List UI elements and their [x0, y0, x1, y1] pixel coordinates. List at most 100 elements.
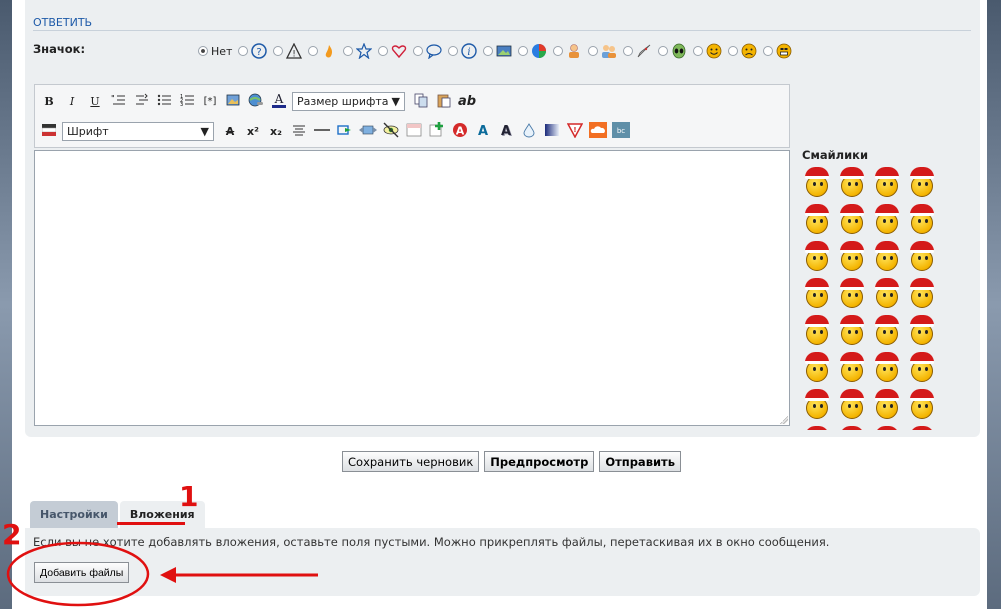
smiley-icon[interactable]: [837, 314, 872, 351]
smiley-icon[interactable]: [872, 351, 907, 388]
shadow-text-button[interactable]: A: [496, 121, 516, 141]
smiley-icon[interactable]: [907, 314, 942, 351]
icon-radio-speech[interactable]: [413, 46, 424, 56]
icon-radio-users[interactable]: [588, 46, 599, 56]
pie-chart-icon: [531, 43, 547, 59]
video-button[interactable]: [335, 121, 355, 141]
smiley-icon[interactable]: [872, 277, 907, 314]
smiley-icon[interactable]: [907, 166, 942, 203]
smiley-icon[interactable]: [907, 388, 942, 425]
smiley-icon[interactable]: [802, 166, 837, 203]
icon-radio-image[interactable]: [483, 46, 494, 56]
subscript-button[interactable]: x₂: [266, 121, 286, 141]
copy-icon: [413, 92, 429, 111]
font-color-button[interactable]: A: [269, 91, 289, 111]
smiley-icon[interactable]: [837, 240, 872, 277]
insert-image-button[interactable]: [223, 91, 243, 111]
icon-radio-question[interactable]: [238, 46, 249, 56]
chevron-down-icon: ▼: [200, 124, 209, 138]
smiley-icon[interactable]: [907, 277, 942, 314]
bullet-list-button[interactable]: [154, 91, 174, 111]
info-icon: i: [461, 43, 478, 59]
insert-link-button[interactable]: [246, 91, 266, 111]
underline-button[interactable]: U: [85, 91, 105, 111]
font-family-select[interactable]: Шрифт ▼: [62, 121, 214, 141]
warning-icon: !: [286, 43, 303, 59]
icon-radio-rocket[interactable]: [623, 46, 634, 56]
numbered-list-button[interactable]: 123: [177, 91, 197, 111]
font-size-select[interactable]: Размер шрифта ▼: [292, 91, 405, 111]
icon-radio-smiley-grin[interactable]: [763, 46, 774, 56]
smiley-icon[interactable]: [837, 277, 872, 314]
strikethrough-button[interactable]: A: [220, 121, 240, 141]
copy-button[interactable]: [411, 91, 431, 111]
align-center-button[interactable]: [289, 121, 309, 141]
message-textarea[interactable]: [34, 150, 790, 426]
ab-button[interactable]: ab: [457, 91, 477, 111]
smiley-icon[interactable]: [872, 388, 907, 425]
smiley-icon[interactable]: [837, 388, 872, 425]
paste-button[interactable]: [434, 91, 454, 111]
smiley-icon[interactable]: [837, 203, 872, 240]
smiley-icon[interactable]: [802, 351, 837, 388]
smiley-icon[interactable]: [802, 203, 837, 240]
icon-radio-info[interactable]: [448, 46, 459, 56]
smiley-icon[interactable]: [907, 240, 942, 277]
submit-button[interactable]: Отправить: [599, 451, 681, 472]
smiley-icon[interactable]: [837, 166, 872, 203]
soundcloud-button[interactable]: [588, 121, 608, 141]
bandcamp-button[interactable]: bc: [611, 121, 631, 141]
warning-button[interactable]: !: [565, 121, 585, 141]
italic-button[interactable]: I: [62, 91, 82, 111]
smiley-icon[interactable]: [837, 425, 872, 430]
tab-settings[interactable]: Настройки: [30, 501, 118, 528]
icon-radio-star[interactable]: [343, 46, 354, 56]
post-icon-selector: Нет ? ! i: [198, 42, 798, 60]
align-left-button[interactable]: [39, 121, 59, 141]
smiley-icon[interactable]: [802, 277, 837, 314]
icon-radio-user[interactable]: [553, 46, 564, 56]
globe-link-icon: [248, 93, 264, 110]
hide-button[interactable]: [381, 121, 401, 141]
icon-radio-pie[interactable]: [518, 46, 529, 56]
smiley-icon[interactable]: [872, 203, 907, 240]
icon-radio-heart[interactable]: [378, 46, 389, 56]
flag-icon: [41, 123, 57, 139]
icon-radio-alien[interactable]: [658, 46, 669, 56]
list-item-button[interactable]: [*]: [200, 91, 220, 111]
icon-radio-warning[interactable]: [273, 46, 284, 56]
smiley-grin-icon: [776, 43, 792, 59]
preview-button[interactable]: Предпросмотр: [484, 451, 595, 472]
icon-radio-none[interactable]: [198, 46, 208, 56]
smiley-icon[interactable]: [872, 166, 907, 203]
smiley-icon[interactable]: [802, 388, 837, 425]
gradient-button[interactable]: [542, 121, 562, 141]
smiley-icon[interactable]: [907, 351, 942, 388]
smiley-icon[interactable]: [907, 425, 942, 430]
smiley-icon[interactable]: [802, 314, 837, 351]
resize-handle[interactable]: [780, 416, 788, 424]
add-table-button[interactable]: [427, 121, 447, 141]
glow-text-button[interactable]: A: [473, 121, 493, 141]
flash-button[interactable]: [358, 121, 378, 141]
red-a-button[interactable]: A: [450, 121, 470, 141]
horizontal-rule-button[interactable]: [312, 121, 332, 141]
quote-button[interactable]: ": [108, 91, 128, 111]
icon-radio-smiley-happy[interactable]: [693, 46, 704, 56]
smiley-icon[interactable]: [872, 425, 907, 430]
smiley-icon[interactable]: [802, 240, 837, 277]
superscript-button[interactable]: x²: [243, 121, 263, 141]
icon-radio-smiley-sad[interactable]: [728, 46, 739, 56]
code-button[interactable]: [131, 91, 151, 111]
spoiler-button[interactable]: [404, 121, 424, 141]
smiley-icon[interactable]: [802, 425, 837, 430]
smiley-icon[interactable]: [872, 240, 907, 277]
font-size-select-label: Размер шрифта: [297, 94, 389, 108]
drop-button[interactable]: [519, 121, 539, 141]
smiley-icon[interactable]: [837, 351, 872, 388]
bold-button[interactable]: B: [39, 91, 59, 111]
icon-radio-fire[interactable]: [308, 46, 319, 56]
smiley-icon[interactable]: [907, 203, 942, 240]
save-draft-button[interactable]: Сохранить черновик: [342, 451, 480, 472]
smiley-icon[interactable]: [872, 314, 907, 351]
